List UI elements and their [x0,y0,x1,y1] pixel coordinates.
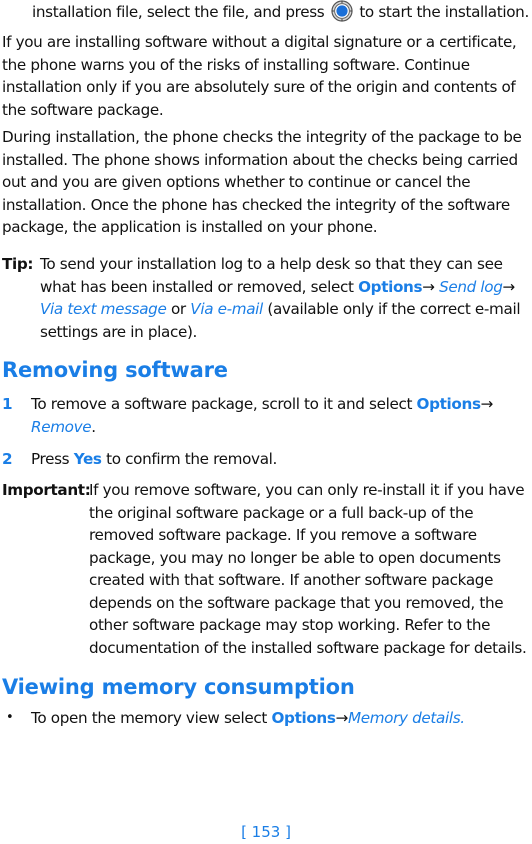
step-2-text-after: to confirm the removal. [106,450,278,468]
tip-label: Tip: [2,255,34,273]
step-1-end: . [91,417,96,436]
step-1-remove: Remove [31,417,92,436]
heading-viewing-memory: Viewing memory consumption [2,675,355,699]
important-label: Important: [2,481,91,499]
memory-bullet: To open the memory view select Options→M… [31,707,521,730]
bullet-marker: • [6,710,14,725]
tip-options-link: Options [358,277,423,296]
step-2-text-before: Press [31,450,70,468]
memory-details: Memory details [347,709,461,727]
memory-options: Options [271,709,336,727]
memory-end: . [460,709,465,727]
paragraph-signature: If you are installing software without a… [2,33,517,119]
step-1-options: Options [416,395,481,413]
tip-via-email: Via e-mail [190,300,263,318]
step-number: 1 [2,395,13,413]
arrow: → [502,277,516,296]
intro-text-after: to start the installation. [359,3,529,21]
heading-removing-software: Removing software [2,358,228,382]
select-key-icon [331,0,353,22]
step-number: 2 [2,450,13,468]
tip-send-log: Send log [439,277,503,296]
arrow: → [422,277,435,296]
intro-line: installation file, select the file, and … [32,0,532,24]
step-2-yes: Yes [73,450,102,468]
paragraph-integrity: During installation, the phone checks th… [2,128,522,236]
step-1-text: To remove a software package, scroll to … [31,395,413,413]
important-text: If you remove software, you can only re-… [89,481,527,657]
memory-bullet-text: To open the memory view select [31,709,268,727]
intro-text-before: installation file, select the file, and … [32,3,325,21]
page-number: [ 153 ] [241,823,291,841]
step-2: Press Yes to confirm the removal. [31,448,521,471]
tip-or: or [170,300,186,318]
arrow: → [480,395,494,413]
arrow: → [335,709,349,727]
step-1: To remove a software package, scroll to … [31,393,521,438]
tip-via-text-message: Via text message [40,300,167,318]
tip-text: To send your installation log to a help … [40,253,531,343]
